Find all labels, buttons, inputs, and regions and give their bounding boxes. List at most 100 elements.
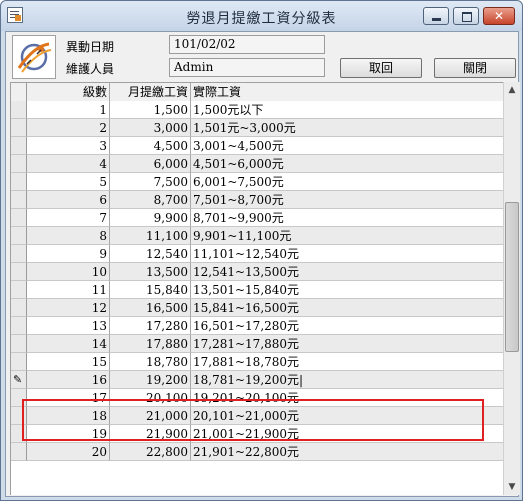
amount-cell[interactable]: 4,500 bbox=[110, 137, 191, 155]
header-amount[interactable]: 月提繳工資 bbox=[110, 83, 191, 101]
row-selector[interactable] bbox=[11, 407, 27, 425]
row-selector[interactable] bbox=[11, 155, 27, 173]
table-row[interactable]: 2 3,000 1,501元~3,000元 bbox=[11, 119, 503, 137]
level-cell[interactable]: 18 bbox=[27, 407, 110, 425]
amount-cell[interactable]: 15,840 bbox=[110, 281, 191, 299]
level-cell[interactable]: 4 bbox=[27, 155, 110, 173]
range-cell[interactable]: 16,501~17,280元 bbox=[191, 317, 503, 335]
range-cell[interactable]: 9,901~11,100元 bbox=[191, 227, 503, 245]
row-selector[interactable] bbox=[11, 353, 27, 371]
range-cell[interactable]: 19,201~20,100元 bbox=[191, 389, 503, 407]
range-cell[interactable]: 7,501~8,700元 bbox=[191, 191, 503, 209]
amount-cell[interactable]: 17,880 bbox=[110, 335, 191, 353]
level-cell[interactable]: 6 bbox=[27, 191, 110, 209]
amount-cell[interactable]: 6,000 bbox=[110, 155, 191, 173]
level-cell[interactable]: 7 bbox=[27, 209, 110, 227]
table-row[interactable]: 3 4,500 3,001~4,500元 bbox=[11, 137, 503, 155]
table-row[interactable]: 13 17,280 16,501~17,280元 bbox=[11, 317, 503, 335]
header-level[interactable]: 級數 bbox=[27, 83, 110, 101]
level-cell[interactable]: 8 bbox=[27, 227, 110, 245]
maximize-icon[interactable] bbox=[453, 7, 479, 25]
amount-cell[interactable]: 20,100 bbox=[110, 389, 191, 407]
amount-cell[interactable]: 11,100 bbox=[110, 227, 191, 245]
range-cell[interactable]: 13,501~15,840元 bbox=[191, 281, 503, 299]
row-selector[interactable] bbox=[11, 317, 27, 335]
amount-cell[interactable]: 8,700 bbox=[110, 191, 191, 209]
range-cell[interactable]: 3,001~4,500元 bbox=[191, 137, 503, 155]
header-selector[interactable] bbox=[11, 83, 27, 101]
row-selector[interactable] bbox=[11, 245, 27, 263]
amount-cell[interactable]: 9,900 bbox=[110, 209, 191, 227]
level-cell[interactable]: 11 bbox=[27, 281, 110, 299]
range-cell[interactable]: 8,701~9,900元 bbox=[191, 209, 503, 227]
vertical-scrollbar[interactable]: ▲ ▼ bbox=[503, 82, 520, 495]
scroll-thumb[interactable] bbox=[505, 202, 519, 352]
table-row[interactable]: 12 16,500 15,841~16,500元 bbox=[11, 299, 503, 317]
amount-cell[interactable]: 17,280 bbox=[110, 317, 191, 335]
table-row[interactable]: 4 6,000 4,501~6,000元 bbox=[11, 155, 503, 173]
level-cell[interactable]: 17 bbox=[27, 389, 110, 407]
amount-cell[interactable]: 18,780 bbox=[110, 353, 191, 371]
row-selector[interactable] bbox=[11, 425, 27, 443]
row-selector[interactable] bbox=[11, 191, 27, 209]
row-selector[interactable] bbox=[11, 137, 27, 155]
level-cell[interactable]: 19 bbox=[27, 425, 110, 443]
range-cell[interactable]: 6,001~7,500元 bbox=[191, 173, 503, 191]
amount-cell[interactable]: 16,500 bbox=[110, 299, 191, 317]
level-cell[interactable]: 14 bbox=[27, 335, 110, 353]
table-row[interactable]: 14 17,880 17,281~17,880元 bbox=[11, 335, 503, 353]
amount-cell[interactable]: 7,500 bbox=[110, 173, 191, 191]
range-cell[interactable]: 17,281~17,880元 bbox=[191, 335, 503, 353]
level-cell[interactable]: 5 bbox=[27, 173, 110, 191]
cancel-button[interactable]: 取回 bbox=[340, 58, 422, 78]
maintainer-field[interactable]: Admin bbox=[169, 58, 325, 77]
table-row[interactable]: 11 15,840 13,501~15,840元 bbox=[11, 281, 503, 299]
level-cell[interactable]: 3 bbox=[27, 137, 110, 155]
row-selector[interactable] bbox=[11, 173, 27, 191]
row-selector[interactable]: ✎ bbox=[11, 371, 27, 389]
table-row[interactable]: 6 8,700 7,501~8,700元 bbox=[11, 191, 503, 209]
table-row[interactable]: 8 11,100 9,901~11,100元 bbox=[11, 227, 503, 245]
range-cell[interactable]: 12,541~13,500元 bbox=[191, 263, 503, 281]
row-selector[interactable] bbox=[11, 389, 27, 407]
amount-cell[interactable]: 21,900 bbox=[110, 425, 191, 443]
range-cell[interactable]: 1,500元以下 bbox=[191, 101, 503, 119]
range-cell[interactable]: 21,001~21,900元 bbox=[191, 425, 503, 443]
amount-cell[interactable]: 19,200 bbox=[110, 371, 191, 389]
minimize-icon[interactable] bbox=[423, 7, 449, 25]
table-row[interactable]: 1 1,500 1,500元以下 bbox=[11, 101, 503, 119]
level-cell[interactable]: 12 bbox=[27, 299, 110, 317]
table-row[interactable]: 15 18,780 17,881~18,780元 bbox=[11, 353, 503, 371]
level-cell[interactable]: 13 bbox=[27, 317, 110, 335]
table-row[interactable]: 9 12,540 11,101~12,540元 bbox=[11, 245, 503, 263]
row-selector[interactable] bbox=[11, 281, 27, 299]
table-row[interactable]: 10 13,500 12,541~13,500元 bbox=[11, 263, 503, 281]
range-cell[interactable]: 21,901~22,800元 bbox=[191, 443, 503, 461]
level-cell[interactable]: 10 bbox=[27, 263, 110, 281]
table-row[interactable]: 5 7,500 6,001~7,500元 bbox=[11, 173, 503, 191]
amount-cell[interactable]: 21,000 bbox=[110, 407, 191, 425]
close-button[interactable]: 關閉 bbox=[434, 58, 516, 78]
header-range[interactable]: 實際工資 bbox=[191, 83, 503, 101]
row-selector[interactable] bbox=[11, 119, 27, 137]
table-row[interactable]: 19 21,900 21,001~21,900元 bbox=[11, 425, 503, 443]
salary-grade-grid[interactable]: 級數 月提繳工資 實際工資 1 1,500 1,500元以下 2 3,000 1,501元… bbox=[10, 82, 503, 495]
row-selector[interactable] bbox=[11, 299, 27, 317]
amount-cell[interactable]: 3,000 bbox=[110, 119, 191, 137]
level-cell[interactable]: 16 bbox=[27, 371, 110, 389]
table-row[interactable]: 17 20,100 19,201~20,100元 bbox=[11, 389, 503, 407]
close-icon[interactable] bbox=[483, 7, 515, 25]
table-row[interactable]: ✎ 16 19,200 18,781~19,200元| bbox=[11, 371, 503, 389]
range-cell[interactable]: 20,101~21,000元 bbox=[191, 407, 503, 425]
range-cell[interactable]: 17,881~18,780元 bbox=[191, 353, 503, 371]
row-selector[interactable] bbox=[11, 263, 27, 281]
row-selector[interactable] bbox=[11, 227, 27, 245]
row-selector[interactable] bbox=[11, 335, 27, 353]
amount-cell[interactable]: 1,500 bbox=[110, 101, 191, 119]
range-cell[interactable]: 4,501~6,000元 bbox=[191, 155, 503, 173]
range-cell[interactable]: 1,501元~3,000元 bbox=[191, 119, 503, 137]
level-cell[interactable]: 20 bbox=[27, 443, 110, 461]
row-selector[interactable] bbox=[11, 443, 27, 461]
change-date-field[interactable]: 101/02/02 bbox=[169, 35, 325, 54]
level-cell[interactable]: 1 bbox=[27, 101, 110, 119]
